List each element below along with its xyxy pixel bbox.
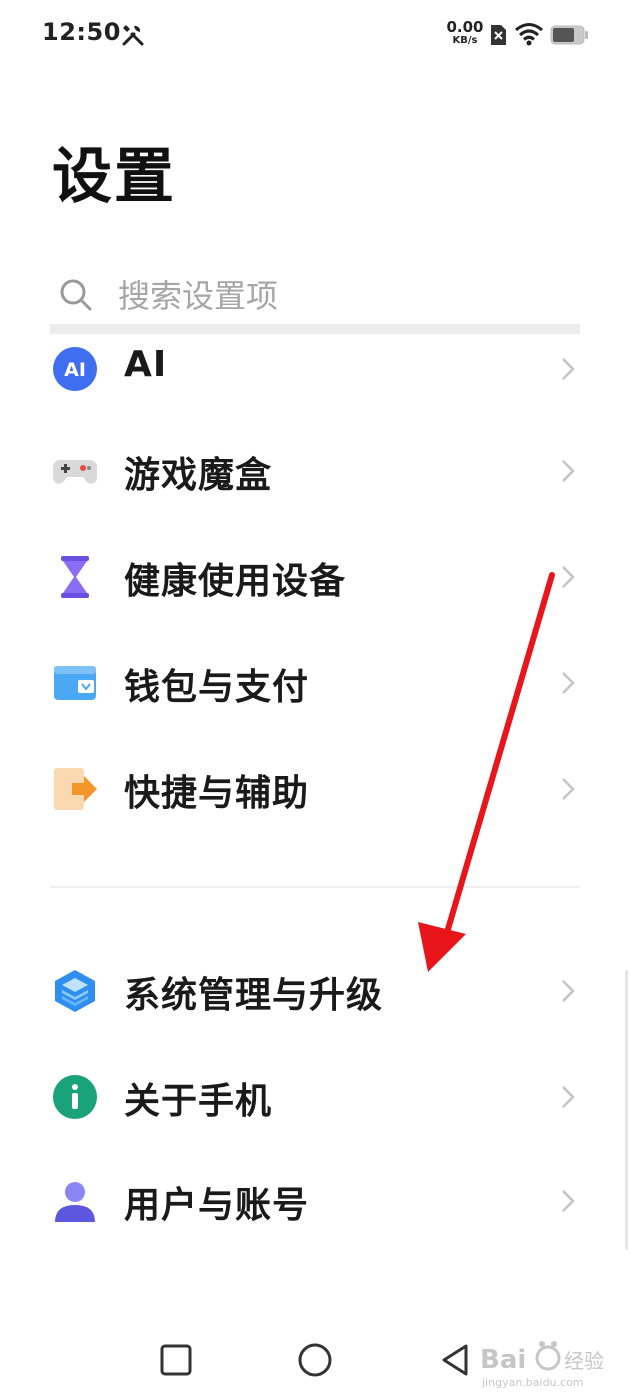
- search-bar[interactable]: [52, 268, 580, 324]
- network-speed-unit: KB/s: [452, 35, 478, 46]
- chevron-right-icon: [562, 672, 575, 694]
- settings-item-label: AI: [124, 344, 168, 385]
- hourglass-icon: [61, 556, 89, 598]
- recents-button[interactable]: [156, 1340, 196, 1380]
- settings-item-users-accounts[interactable]: 用户与账号: [0, 1156, 630, 1246]
- settings-item-label: 钱包与支付: [124, 667, 310, 708]
- chevron-right-icon: [562, 1086, 575, 1108]
- scrollbar[interactable]: [625, 970, 628, 1250]
- settings-item-label: 快捷与辅助: [124, 773, 310, 814]
- battery-icon: [550, 25, 588, 45]
- layers-icon: [55, 970, 95, 1012]
- svg-text:经验: 经验: [564, 1349, 604, 1373]
- settings-item-about-phone[interactable]: 关于手机: [0, 1052, 630, 1142]
- user-icon: [55, 1182, 95, 1222]
- settings-item-label: 游戏魔盒: [124, 455, 273, 496]
- chevron-right-icon: [562, 1190, 575, 1212]
- wifi-icon: [515, 23, 543, 46]
- settings-item-ai[interactable]: AI AI: [0, 324, 630, 414]
- svg-text:jingyan.baidu.com: jingyan.baidu.com: [481, 1376, 584, 1389]
- page-title: 设置: [52, 142, 176, 212]
- sim-off-icon: [491, 25, 506, 45]
- chevron-right-icon: [562, 460, 575, 482]
- ai-icon-text: AI: [64, 359, 86, 381]
- chevron-right-icon: [562, 980, 575, 1002]
- home-button[interactable]: [295, 1340, 335, 1380]
- chevron-right-icon: [562, 778, 575, 800]
- gamepad-icon: [53, 460, 97, 484]
- settings-item-label: 健康使用设备: [124, 561, 347, 602]
- back-button[interactable]: [436, 1340, 476, 1380]
- settings-item-label: 系统管理与升级: [124, 975, 384, 1016]
- search-input[interactable]: [118, 272, 558, 320]
- section-divider: [50, 886, 580, 888]
- settings-item-shortcuts-accessibility[interactable]: 快捷与辅助: [0, 744, 630, 834]
- ai-icon: AI: [53, 347, 97, 391]
- search-icon: [60, 279, 92, 311]
- chevron-right-icon: [562, 566, 575, 588]
- svg-text:Bai: Bai: [480, 1345, 526, 1375]
- settings-item-wallet-payment[interactable]: 钱包与支付: [0, 638, 630, 728]
- settings-item-game-box[interactable]: 游戏魔盒: [0, 426, 630, 516]
- wallet-icon: [54, 666, 96, 700]
- settings-item-label: 关于手机: [124, 1081, 273, 1122]
- network-speed-value: 0.00: [446, 18, 484, 36]
- status-time: 12:50: [42, 18, 121, 46]
- network-speed: 0.00 KB/s: [440, 20, 490, 46]
- settings-item-healthy-usage[interactable]: 健康使用设备: [0, 532, 630, 622]
- status-bar: 12:50 0.00 KB/s: [0, 0, 630, 70]
- tools-icon: [122, 25, 144, 46]
- info-icon: [53, 1075, 97, 1119]
- settings-item-system-management[interactable]: 系统管理与升级: [0, 946, 630, 1036]
- chevron-right-icon: [562, 358, 575, 380]
- watermark-logo: Bai 经验 jingyan.baidu.com: [480, 1341, 604, 1389]
- shortcut-icon: [54, 768, 97, 810]
- settings-item-label: 用户与账号: [124, 1185, 310, 1226]
